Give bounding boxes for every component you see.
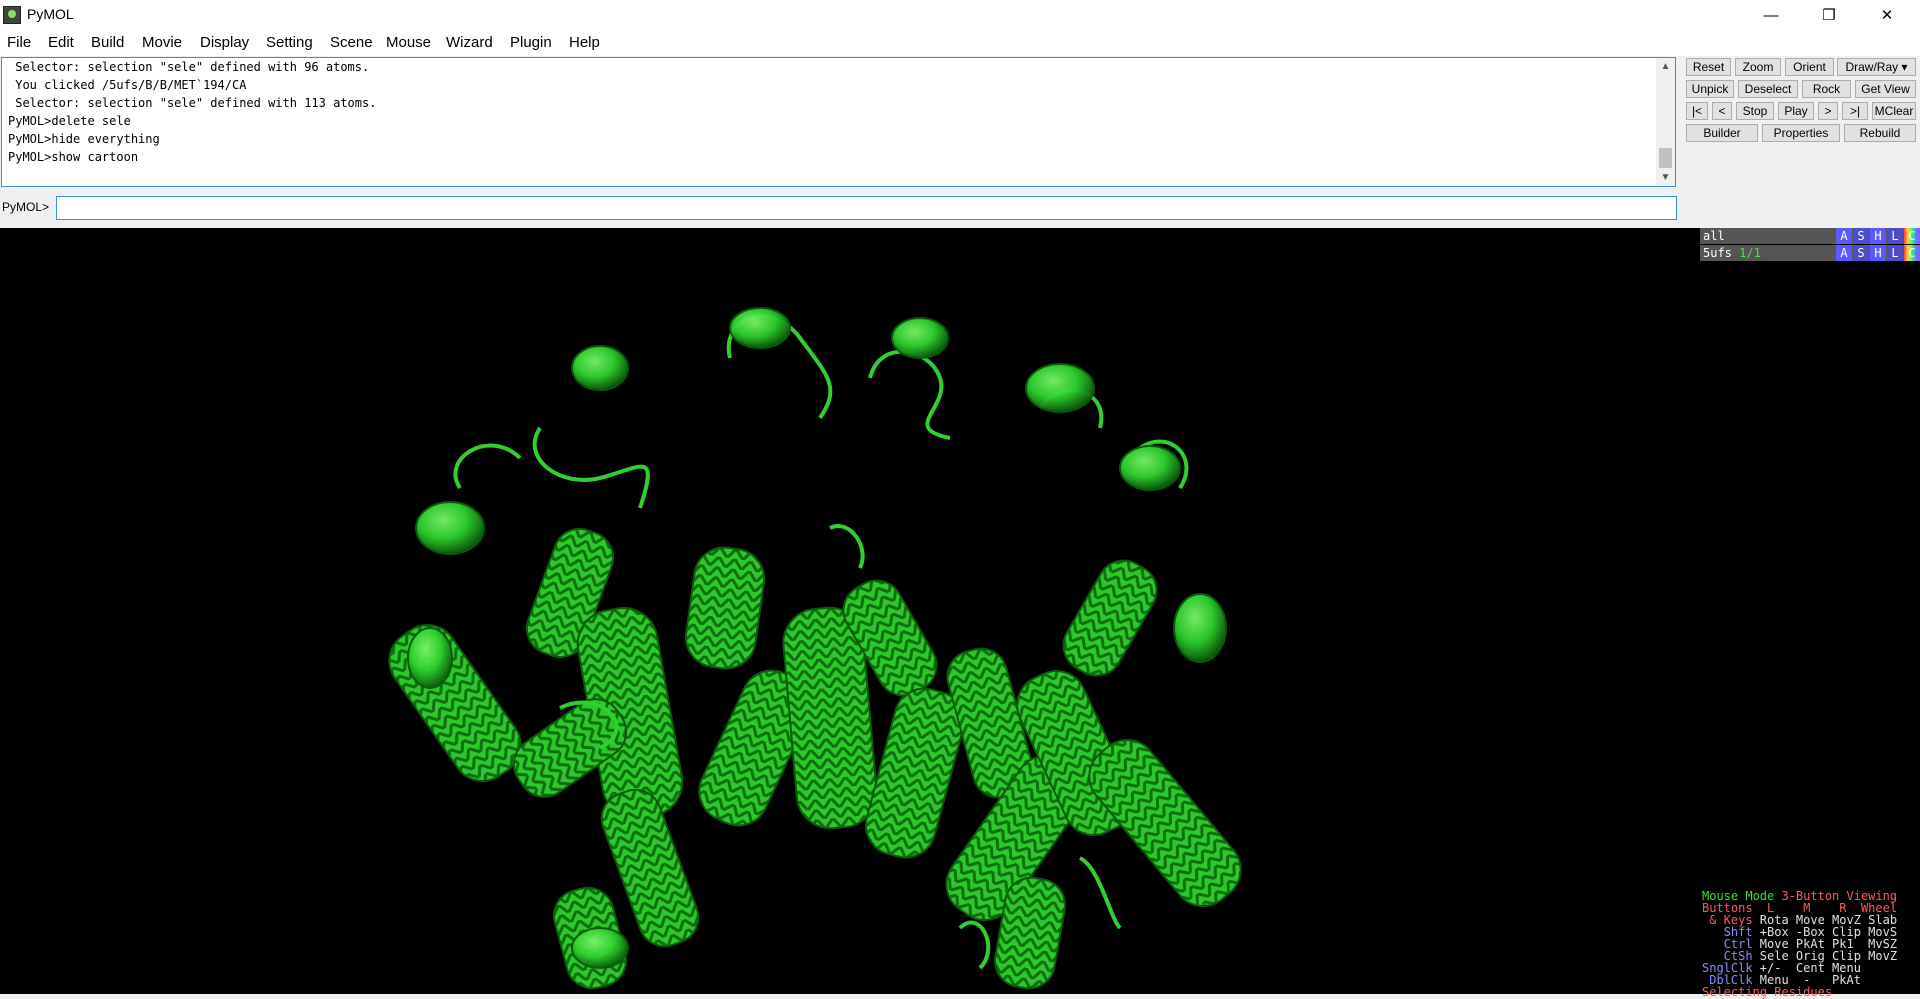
stop-button[interactable]: Stop (1736, 102, 1774, 120)
command-prompt-label: PyMOL> (2, 200, 50, 214)
menu-wizard[interactable]: Wizard (446, 34, 493, 51)
builder-button[interactable]: Builder (1686, 124, 1758, 142)
rebuild-button[interactable]: Rebuild (1844, 124, 1916, 142)
selecting-mode-label: Selecting Residues (1702, 985, 1833, 999)
zoom-button[interactable]: Zoom (1735, 58, 1781, 76)
draw-ray-button[interactable]: Draw/Ray ▾ (1837, 58, 1916, 76)
get-view-button[interactable]: Get View (1855, 80, 1916, 98)
menu-bar: File Edit Build Movie Display Setting Sc… (0, 30, 1920, 56)
action-button[interactable]: A (1836, 228, 1852, 244)
command-input[interactable] (56, 196, 1677, 220)
menu-help[interactable]: Help (569, 34, 600, 51)
window-title: PyMOL (27, 6, 74, 22)
play-button[interactable]: Play (1778, 102, 1814, 120)
rewind-button[interactable]: |< (1686, 102, 1708, 120)
action-button[interactable]: A (1836, 245, 1852, 261)
mclear-button[interactable]: MClear (1872, 102, 1916, 120)
label-button[interactable]: L (1887, 245, 1903, 261)
orient-button[interactable]: Orient (1785, 58, 1834, 76)
hide-button[interactable]: H (1870, 245, 1886, 261)
log-line: Selector: selection "sele" defined with … (8, 96, 377, 110)
next-frame-button[interactable]: > (1818, 102, 1838, 120)
protein-cartoon[interactable] (0, 228, 1700, 994)
menu-build[interactable]: Build (91, 34, 124, 51)
log-line: PyMOL>hide everything (8, 132, 160, 146)
menu-mouse[interactable]: Mouse (386, 34, 431, 51)
scroll-up-icon[interactable]: ▲ (1656, 58, 1675, 75)
log-line: You clicked /5ufs/B/B/MET`194/CA (8, 78, 247, 92)
scroll-down-icon[interactable]: ▼ (1656, 169, 1675, 186)
log-line: PyMOL>delete sele (8, 114, 131, 128)
menu-plugin[interactable]: Plugin (510, 34, 552, 51)
color-button[interactable]: C (1904, 245, 1920, 261)
minimize-button[interactable]: — (1748, 0, 1794, 30)
hide-button[interactable]: H (1870, 228, 1886, 244)
show-button[interactable]: S (1853, 228, 1869, 244)
menu-file[interactable]: File (7, 34, 31, 51)
previous-frame-button[interactable]: < (1712, 102, 1732, 120)
object-name-text: 5ufs (1703, 246, 1732, 260)
object-row-all[interactable]: all A S H L C (1700, 228, 1920, 244)
log-line: Selector: selection "sele" defined with … (8, 60, 370, 74)
color-button[interactable]: C (1904, 228, 1920, 244)
menu-movie[interactable]: Movie (142, 34, 182, 51)
log-line: PyMOL>show cartoon (8, 150, 139, 164)
output-log[interactable]: Selector: selection "sele" defined with … (1, 57, 1676, 187)
menu-display[interactable]: Display (200, 34, 249, 51)
close-button[interactable]: ✕ (1864, 0, 1910, 30)
unpick-button[interactable]: Unpick (1686, 80, 1734, 98)
end-button[interactable]: >| (1842, 102, 1868, 120)
object-row-5ufs[interactable]: 5ufs 1/1 A S H L C (1700, 245, 1920, 261)
restore-button[interactable]: ❐ (1806, 0, 1852, 30)
deselect-button[interactable]: Deselect (1738, 80, 1798, 98)
log-scrollbar[interactable]: ▲ ▼ (1656, 58, 1675, 186)
object-name[interactable]: 5ufs 1/1 (1703, 246, 1761, 260)
pymol-app-icon (3, 6, 21, 24)
molecular-viewer[interactable] (0, 228, 1700, 994)
menu-scene[interactable]: Scene (330, 34, 373, 51)
scroll-thumb[interactable] (1659, 148, 1672, 168)
menu-edit[interactable]: Edit (48, 34, 74, 51)
label-button[interactable]: L (1887, 228, 1903, 244)
reset-button[interactable]: Reset (1686, 58, 1731, 76)
mouse-mode-panel[interactable]: Mouse Mode 3-Button Viewing Buttons L M … (1700, 888, 1920, 998)
object-state: 1/1 (1739, 246, 1761, 260)
title-bar: PyMOL — ❐ ✕ (0, 0, 1920, 30)
properties-button[interactable]: Properties (1762, 124, 1840, 142)
menu-setting[interactable]: Setting (266, 34, 313, 51)
show-button[interactable]: S (1853, 245, 1869, 261)
object-name[interactable]: all (1703, 229, 1725, 243)
rock-button[interactable]: Rock (1802, 80, 1851, 98)
object-panel: all A S H L C 5ufs 1/1 A S H L C (1700, 228, 1920, 994)
